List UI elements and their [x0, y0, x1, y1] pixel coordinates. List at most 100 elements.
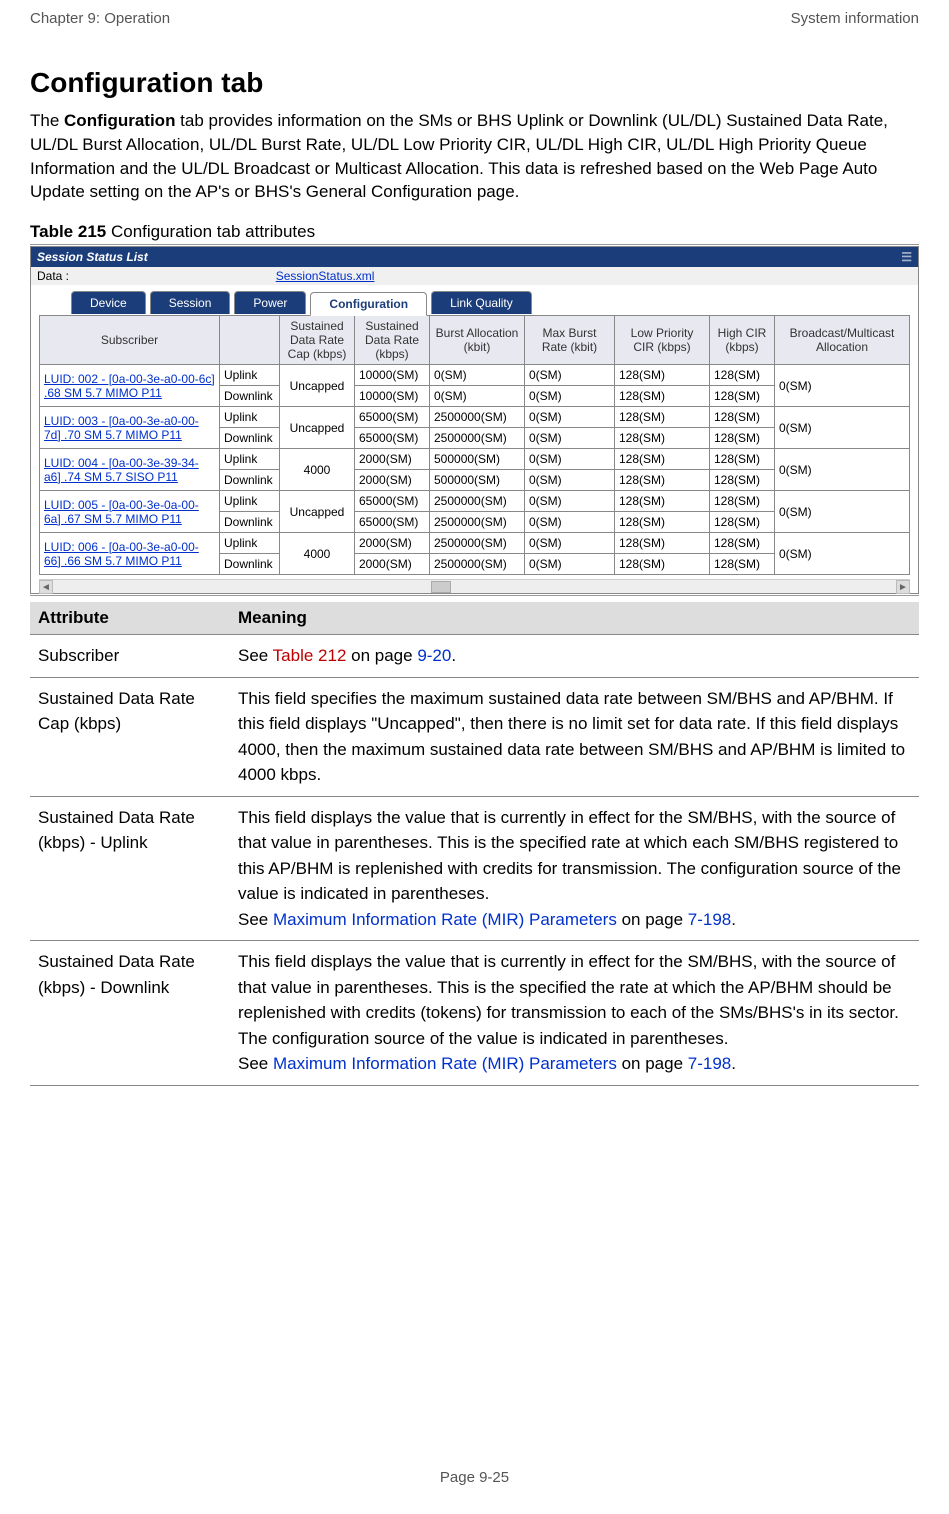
- subscriber-link[interactable]: LUID: 004 - [0a-00-3e-39-34-a6] .74 SM 5…: [44, 456, 199, 484]
- value-cell: 128(SM): [710, 470, 775, 491]
- subscriber-cell: LUID: 002 - [0a-00-3e-a0-00-6c] .68 SM 5…: [40, 365, 220, 407]
- value-cell: 128(SM): [615, 512, 710, 533]
- subscriber-link[interactable]: LUID: 003 - [0a-00-3e-a0-00-7d] .70 SM 5…: [44, 414, 199, 442]
- table-row: LUID: 005 - [0a-00-3e-0a-00-6a] .67 SM 5…: [40, 491, 910, 512]
- value-cell: 0(SM): [525, 365, 615, 386]
- scroll-right-arrow-icon[interactable]: ►: [896, 580, 910, 594]
- grid-col-5: Max Burst Rate (kbit): [525, 316, 615, 365]
- value-cell: 65000(SM): [355, 407, 430, 428]
- value-cell: 0(SM): [525, 407, 615, 428]
- tab-link-quality[interactable]: Link Quality: [431, 291, 532, 314]
- attr-header-row: Attribute Meaning: [30, 602, 919, 635]
- value-cell: 128(SM): [615, 533, 710, 554]
- value-cell: 128(SM): [710, 491, 775, 512]
- session-status-xml-link[interactable]: SessionStatus.xml: [276, 269, 375, 283]
- value-cell: 128(SM): [710, 428, 775, 449]
- value-cell: 128(SM): [615, 449, 710, 470]
- horizontal-scrollbar[interactable]: ◄ ►: [39, 579, 910, 593]
- value-cell: 10000(SM): [355, 386, 430, 407]
- direction-cell: Uplink: [220, 365, 280, 386]
- value-cell: 128(SM): [710, 449, 775, 470]
- direction-cell: Downlink: [220, 470, 280, 491]
- value-cell: 0(SM): [525, 470, 615, 491]
- attr-meaning-cell: This field displays the value that is cu…: [230, 941, 919, 1086]
- panel-title-bar: Session Status List ☰: [31, 247, 918, 267]
- attr-header-attribute: Attribute: [30, 602, 230, 635]
- value-cell: 128(SM): [710, 554, 775, 575]
- value-cell: 65000(SM): [355, 428, 430, 449]
- cross-ref-link[interactable]: 7-198: [688, 910, 731, 929]
- attr-meaning-cell: This field specifies the maximum sustain…: [230, 677, 919, 796]
- value-cell: 500000(SM): [430, 470, 525, 491]
- direction-cell: Downlink: [220, 554, 280, 575]
- grid-col-4: Burst Allocation (kbit): [430, 316, 525, 365]
- value-cell: 2500000(SM): [430, 407, 525, 428]
- intro-bold: Configuration: [64, 111, 175, 130]
- table-caption-bold: Table 215: [30, 222, 106, 241]
- scroll-thumb[interactable]: [431, 581, 451, 593]
- cap-cell: Uncapped: [280, 491, 355, 533]
- attribute-meaning-table: Attribute Meaning SubscriberSee Table 21…: [30, 602, 919, 1086]
- table-caption: Table 215 Configuration tab attributes: [30, 222, 919, 242]
- cross-ref-link[interactable]: Table 212: [273, 646, 347, 665]
- value-cell: 2500000(SM): [430, 533, 525, 554]
- value-cell: 0(SM): [525, 533, 615, 554]
- subscriber-link[interactable]: LUID: 002 - [0a-00-3e-a0-00-6c] .68 SM 5…: [44, 372, 215, 400]
- scroll-left-arrow-icon[interactable]: ◄: [39, 580, 53, 594]
- attr-header-meaning: Meaning: [230, 602, 919, 635]
- value-cell: 128(SM): [615, 407, 710, 428]
- direction-cell: Uplink: [220, 449, 280, 470]
- tab-power[interactable]: Power: [234, 291, 306, 314]
- broadcast-cell: 0(SM): [775, 407, 910, 449]
- direction-cell: Uplink: [220, 491, 280, 512]
- subscriber-link[interactable]: LUID: 006 - [0a-00-3e-a0-00-66] .66 SM 5…: [44, 540, 199, 568]
- cross-ref-link[interactable]: 7-198: [688, 1054, 731, 1073]
- session-status-panel: Session Status List ☰ Data : SessionStat…: [30, 246, 919, 594]
- direction-cell: Uplink: [220, 407, 280, 428]
- value-cell: 2000(SM): [355, 533, 430, 554]
- grid-col-6: Low Priority CIR (kbps): [615, 316, 710, 365]
- tab-configuration[interactable]: Configuration: [310, 292, 427, 316]
- direction-cell: Downlink: [220, 428, 280, 449]
- tab-session[interactable]: Session: [150, 291, 231, 314]
- value-cell: 128(SM): [615, 428, 710, 449]
- value-cell: 0(SM): [525, 512, 615, 533]
- value-cell: 2000(SM): [355, 554, 430, 575]
- value-cell: 10000(SM): [355, 365, 430, 386]
- value-cell: 128(SM): [615, 491, 710, 512]
- attr-row: Sustained Data Rate (kbps) - DownlinkThi…: [30, 941, 919, 1086]
- cross-ref-link[interactable]: Maximum Information Rate (MIR) Parameter…: [273, 1054, 617, 1073]
- value-cell: 0(SM): [430, 386, 525, 407]
- header-right: System information: [791, 10, 919, 27]
- value-cell: 2500000(SM): [430, 512, 525, 533]
- grid-col-2: Sustained Data Rate Cap (kbps): [280, 316, 355, 365]
- grid-col-8: Broadcast/Multicast Allocation: [775, 316, 910, 365]
- session-grid: Subscriber Sustained Data Rate Cap (kbps)…: [39, 315, 910, 575]
- value-cell: 0(SM): [525, 428, 615, 449]
- panel-data-row: Data : SessionStatus.xml: [31, 267, 918, 285]
- subscriber-link[interactable]: LUID: 005 - [0a-00-3e-0a-00-6a] .67 SM 5…: [44, 498, 199, 526]
- direction-cell: Downlink: [220, 386, 280, 407]
- value-cell: 500000(SM): [430, 449, 525, 470]
- attr-row: Sustained Data Rate (kbps) - UplinkThis …: [30, 796, 919, 941]
- table-caption-rest: Configuration tab attributes: [106, 222, 315, 241]
- attr-meaning-cell: See Table 212 on page 9-20.: [230, 635, 919, 678]
- table-row: LUID: 006 - [0a-00-3e-a0-00-66] .66 SM 5…: [40, 533, 910, 554]
- grid-col-0: Subscriber: [40, 316, 220, 365]
- table-row: LUID: 003 - [0a-00-3e-a0-00-7d] .70 SM 5…: [40, 407, 910, 428]
- broadcast-cell: 0(SM): [775, 449, 910, 491]
- cross-ref-link[interactable]: 9-20: [417, 646, 451, 665]
- subscriber-cell: LUID: 003 - [0a-00-3e-a0-00-7d] .70 SM 5…: [40, 407, 220, 449]
- direction-cell: Uplink: [220, 533, 280, 554]
- attr-meaning-cell: This field displays the value that is cu…: [230, 796, 919, 941]
- tab-device[interactable]: Device: [71, 291, 146, 314]
- figure-wrap: Session Status List ☰ Data : SessionStat…: [30, 244, 919, 596]
- grid-col-1: [220, 316, 280, 365]
- table-row: LUID: 002 - [0a-00-3e-a0-00-6c] .68 SM 5…: [40, 365, 910, 386]
- cross-ref-link[interactable]: Maximum Information Rate (MIR) Parameter…: [273, 910, 617, 929]
- value-cell: 0(SM): [525, 554, 615, 575]
- value-cell: 2500000(SM): [430, 554, 525, 575]
- panel-collapse-icon[interactable]: ☰: [901, 250, 912, 264]
- header-left: Chapter 9: Operation: [30, 10, 170, 27]
- page-number: Page 9-25: [0, 1469, 949, 1486]
